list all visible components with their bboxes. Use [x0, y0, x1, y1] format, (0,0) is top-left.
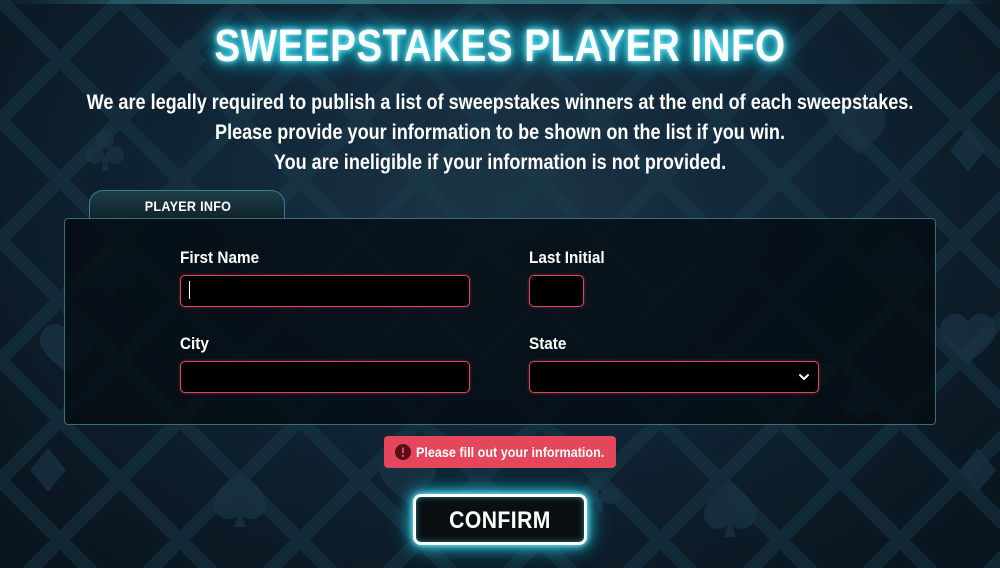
notice-line-1: We are legally required to publish a lis… — [86, 91, 914, 114]
first-name-field-wrap — [180, 275, 470, 307]
notice-line-2: Please provide your information to be sh… — [215, 121, 785, 144]
last-initial-input[interactable] — [529, 275, 584, 307]
error-message: Please fill out your information. — [416, 444, 605, 460]
player-info-tab: PLAYER INFO — [89, 190, 285, 220]
player-info-tab-label: PLAYER INFO — [144, 198, 232, 214]
player-info-panel: First Name Last Initial City State — [64, 218, 936, 425]
last-initial-label: Last Initial — [529, 248, 605, 267]
page-title: SWEEPSTAKES PLAYER INFO — [214, 20, 786, 71]
first-name-input[interactable] — [180, 275, 470, 307]
first-name-label: First Name — [180, 248, 260, 267]
state-label: State — [529, 334, 567, 353]
top-accent-rule — [0, 0, 1000, 4]
sweepstakes-player-info-screen: SWEEPSTAKES PLAYER INFO We are legally r… — [0, 0, 1000, 568]
city-input[interactable] — [180, 361, 470, 393]
text-caret — [189, 281, 190, 299]
notice-line-3: You are ineligible if your information i… — [273, 151, 727, 174]
alert-circle-icon — [395, 444, 411, 460]
state-select[interactable] — [529, 361, 819, 393]
confirm-button[interactable]: CONFIRM — [413, 494, 587, 545]
chevron-down-icon — [799, 374, 809, 380]
confirm-button-label: CONFIRM — [449, 507, 551, 534]
city-label: City — [180, 334, 209, 353]
validation-error-badge: Please fill out your information. — [384, 436, 616, 468]
